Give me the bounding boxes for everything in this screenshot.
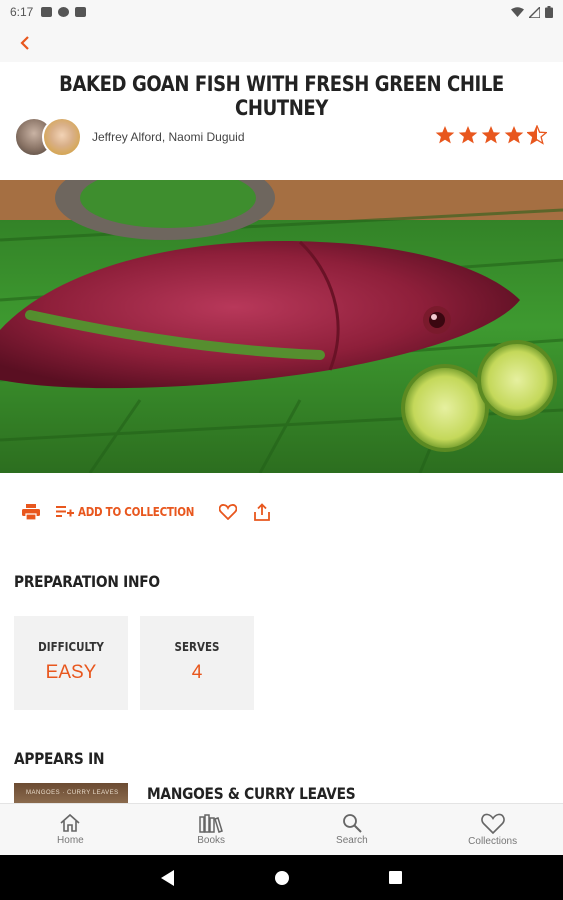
share-button[interactable] — [253, 503, 271, 521]
add-to-list-icon — [56, 506, 74, 517]
nav-books-label: Books — [197, 835, 226, 846]
authors-row[interactable]: Jeffrey Alford, Naomi Duguid — [14, 117, 245, 157]
wifi-icon — [511, 6, 524, 17]
preparation-info-heading: PREPARATION INFO — [14, 572, 160, 591]
nav-collections-label: Collections — [468, 835, 518, 847]
book-cover-text: MANGOES · CURRY LEAVES — [26, 790, 119, 796]
sync-notification-icon — [58, 7, 70, 17]
heart-icon — [219, 504, 238, 520]
system-navigation-bar — [0, 855, 563, 900]
nav-home[interactable]: Home — [0, 804, 141, 855]
star-icon — [458, 126, 478, 144]
search-icon — [342, 814, 362, 833]
status-right — [511, 6, 553, 18]
back-icon — [20, 36, 29, 50]
share-icon — [254, 503, 270, 521]
serves-label: SERVES — [174, 640, 220, 654]
back-button[interactable] — [12, 30, 38, 56]
recipe-title: BAKED GOAN FISH WITH FRESH GREEN CHILE C… — [59, 72, 504, 120]
nav-home-label: Home — [57, 835, 84, 846]
cellular-icon — [529, 6, 540, 18]
favorite-button[interactable] — [219, 504, 238, 520]
nav-search[interactable]: Search — [282, 804, 423, 855]
print-icon — [22, 504, 40, 520]
recipe-photo — [0, 180, 563, 473]
author-avatar-2 — [42, 117, 82, 157]
half-star-icon — [527, 125, 547, 145]
add-to-collection-label: ADD TO COLLECTION — [78, 505, 195, 519]
book-title-link[interactable]: MANGOES & CURRY LEAVES — [147, 784, 356, 803]
home-icon — [60, 813, 80, 832]
book-cover[interactable]: MANGOES · CURRY LEAVES — [14, 783, 128, 803]
serves-value: 4 — [191, 662, 203, 683]
nav-search-label: Search — [336, 835, 368, 846]
bottom-navigation: Home Books Search Collections — [0, 803, 563, 855]
print-button[interactable] — [22, 504, 40, 520]
star-icon — [481, 126, 501, 144]
sd-card-notification-icon — [75, 7, 87, 17]
status-bar: 6:17 — [0, 0, 563, 24]
serves-card: SERVES 4 — [140, 616, 254, 710]
recipe-actions: ADD TO COLLECTION — [22, 500, 271, 524]
books-icon — [199, 814, 224, 833]
difficulty-card: DIFFICULTY EASY — [14, 616, 128, 710]
nav-books[interactable]: Books — [141, 804, 282, 855]
difficulty-value: EASY — [45, 662, 97, 683]
android-recents-icon[interactable] — [389, 871, 402, 884]
collections-heart-icon — [480, 813, 505, 834]
message-notification-icon — [41, 7, 53, 17]
android-back-icon[interactable] — [161, 869, 175, 886]
status-time: 6:17 — [10, 5, 34, 19]
difficulty-label: DIFFICULTY — [38, 640, 104, 654]
nav-collections[interactable]: Collections — [422, 804, 563, 855]
android-home-icon[interactable] — [275, 870, 289, 885]
appears-in-heading: APPEARS IN — [14, 749, 105, 768]
star-icon — [504, 126, 524, 144]
add-to-collection-button[interactable]: ADD TO COLLECTION — [56, 505, 213, 519]
author-names: Jeffrey Alford, Naomi Duguid — [92, 130, 245, 144]
rating-stars — [435, 125, 547, 145]
battery-icon — [545, 6, 553, 18]
app-bar — [0, 24, 563, 62]
star-icon — [435, 126, 455, 144]
